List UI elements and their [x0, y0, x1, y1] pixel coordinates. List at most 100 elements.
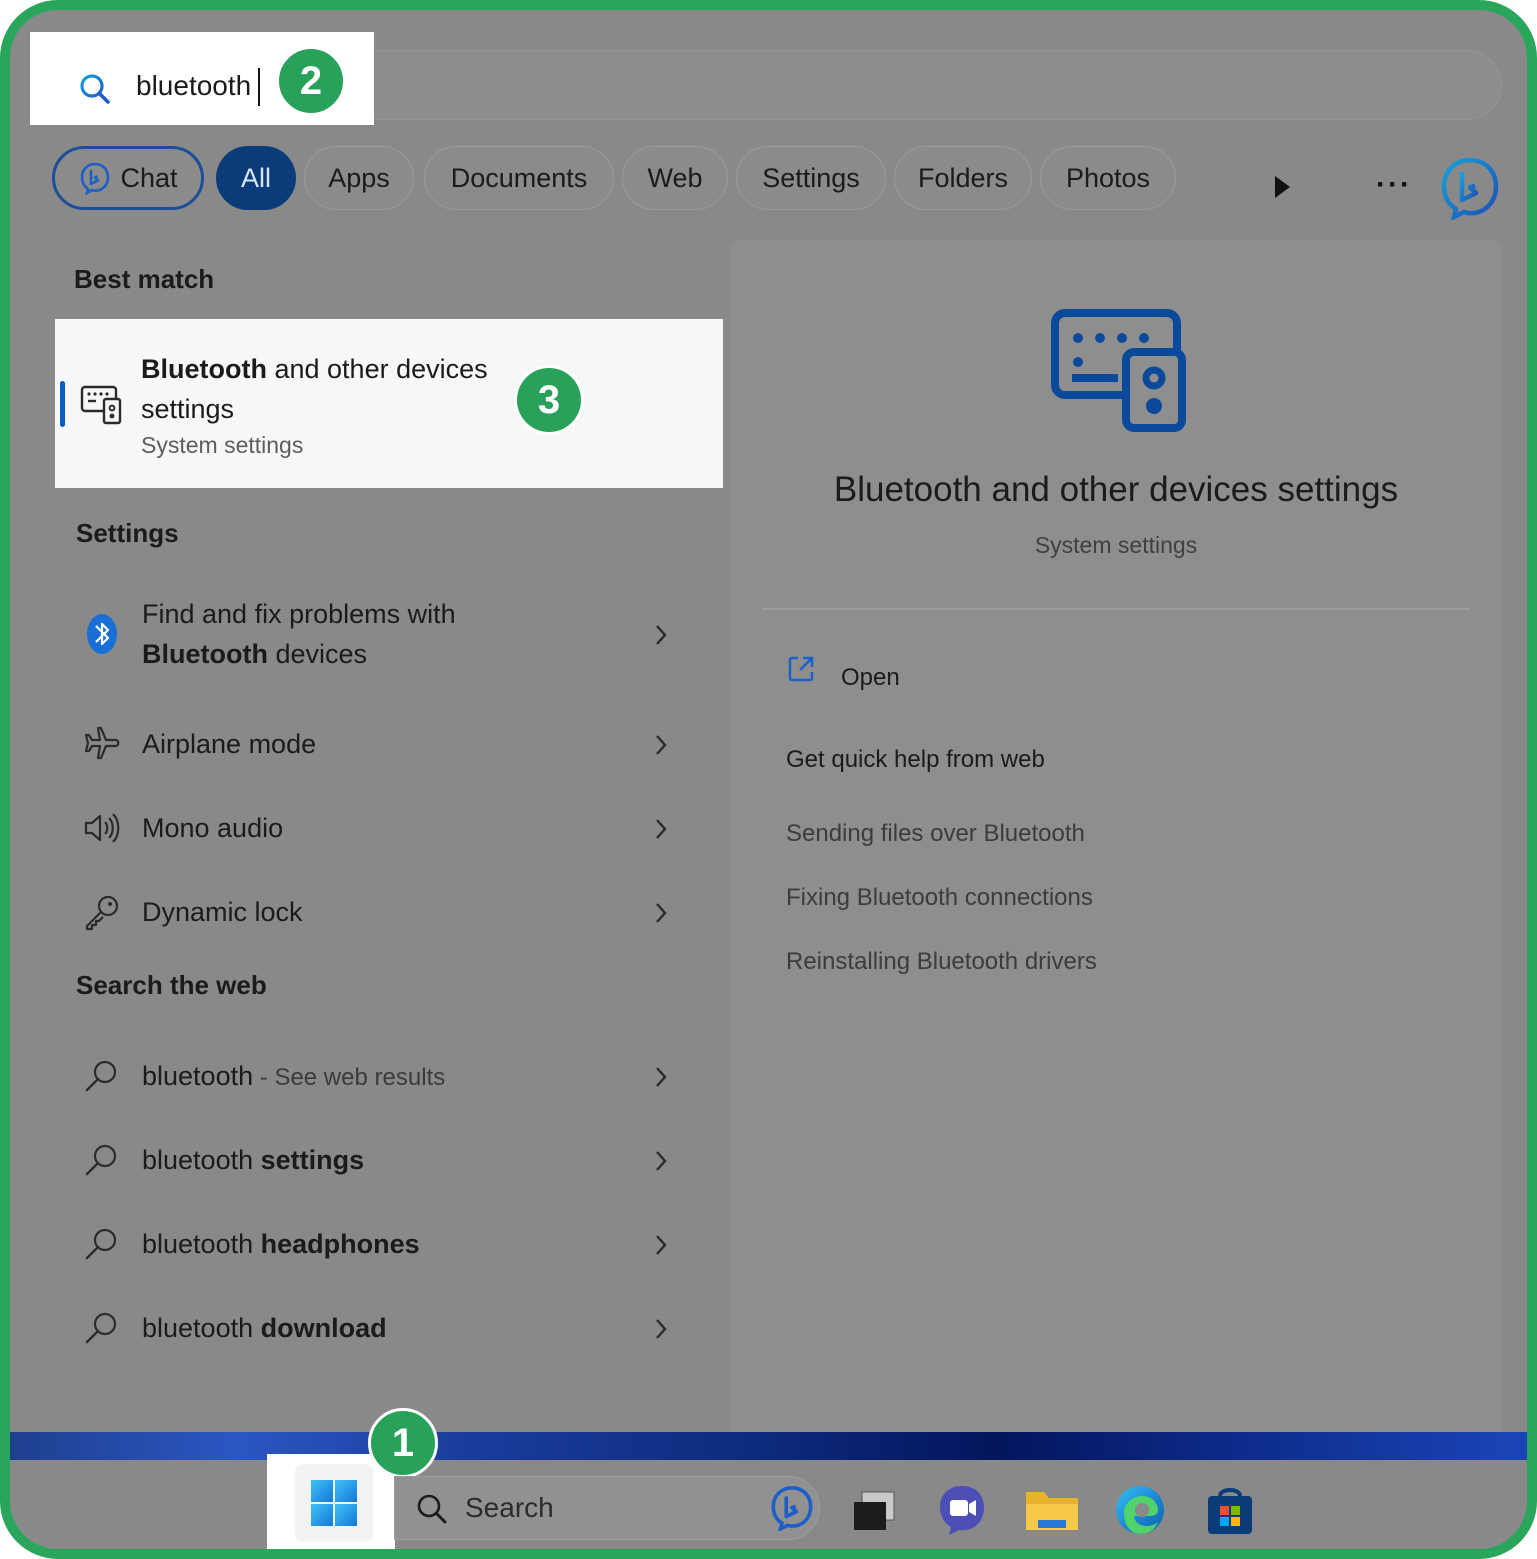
chip-web-label: Web	[647, 162, 703, 193]
scroll-right-icon[interactable]	[1272, 174, 1292, 200]
web-result-item[interactable]: bluetooth headphones	[76, 1214, 696, 1274]
chip-settings[interactable]: Settings	[736, 146, 886, 210]
windows-logo-icon	[311, 1480, 357, 1526]
best-match-title: Bluetooth and other devices settings	[141, 349, 521, 429]
chip-folders-label: Folders	[917, 162, 1009, 193]
chip-chat-label: Chat	[120, 162, 178, 193]
more-options-button[interactable]: ···	[1376, 168, 1412, 202]
chip-all-label: All	[240, 162, 271, 193]
chip-web[interactable]: Web	[622, 146, 728, 210]
best-match-title-bold: Bluetooth	[141, 354, 267, 384]
chip-all[interactable]: All	[216, 146, 296, 210]
step-badge-3: 3	[514, 365, 584, 435]
chevron-right-icon	[656, 1319, 667, 1339]
web-result-label: bluetooth - See web results	[142, 1056, 445, 1098]
label-part: bluetooth	[142, 1313, 261, 1343]
settings-item-label: Airplane mode	[142, 729, 317, 759]
task-view-icon[interactable]	[846, 1480, 906, 1540]
chip-photos[interactable]: Photos	[1040, 146, 1176, 210]
airplane-icon	[84, 726, 120, 760]
label-suffix: - See web results	[253, 1064, 446, 1091]
label-bold: settings	[260, 1145, 365, 1175]
settings-heading: Settings	[76, 518, 179, 548]
chevron-right-icon	[656, 625, 667, 645]
step-badge-2: 2	[276, 46, 346, 116]
chevron-right-icon	[656, 1235, 667, 1255]
taskbar-search-label: Search	[465, 1492, 554, 1523]
web-result-label: bluetooth settings	[142, 1140, 364, 1180]
settings-item-label: Dynamic lock	[142, 897, 303, 927]
settings-item-dynamic-lock[interactable]: Dynamic lock	[76, 882, 696, 942]
quick-help-heading: Get quick help from web	[786, 746, 1045, 773]
web-result-label: bluetooth download	[142, 1308, 387, 1348]
divider	[762, 608, 1470, 610]
web-search-icon	[85, 1060, 117, 1092]
search-icon	[417, 1494, 447, 1524]
teams-chat-icon[interactable]	[932, 1480, 992, 1540]
label-bold: download	[260, 1313, 387, 1343]
speaker-icon	[84, 813, 120, 843]
label-part: bluetooth	[142, 1145, 261, 1175]
open-action[interactable]: Open	[786, 654, 900, 691]
chip-folders[interactable]: Folders	[894, 146, 1032, 210]
taskbar-search-box[interactable]: Search	[394, 1476, 820, 1540]
microsoft-store-icon[interactable]	[1200, 1480, 1260, 1540]
chevron-right-icon	[656, 819, 667, 839]
label-bold: headphones	[260, 1229, 420, 1259]
help-link[interactable]: Fixing Bluetooth connections	[786, 884, 1093, 912]
desktop-wallpaper-strip	[10, 1432, 1527, 1462]
preview-title: Bluetooth and other devices settings	[833, 470, 1399, 509]
web-result-item[interactable]: bluetooth - See web results	[76, 1046, 696, 1106]
chip-apps[interactable]: Apps	[304, 146, 414, 210]
chip-chat[interactable]: Chat	[52, 146, 204, 210]
web-search-icon	[85, 1228, 117, 1260]
text-caret	[258, 68, 260, 106]
start-button[interactable]	[295, 1464, 373, 1542]
label-bold: Bluetooth	[142, 639, 268, 669]
file-explorer-icon[interactable]	[1022, 1480, 1082, 1540]
step-badge-1: 1	[368, 1408, 438, 1478]
chevron-right-icon	[656, 735, 667, 755]
label-part: bluetooth	[142, 1229, 261, 1259]
web-search-icon	[85, 1144, 117, 1176]
web-result-item[interactable]: bluetooth settings	[76, 1130, 696, 1190]
bing-chat-icon	[81, 162, 110, 195]
devices-settings-icon	[80, 381, 124, 430]
label-part: Find and fix problems with	[142, 599, 456, 629]
bing-icon[interactable]	[1438, 156, 1502, 220]
best-match-result[interactable]: Bluetooth and other devices settings Sys…	[55, 319, 723, 488]
devices-settings-icon	[1051, 309, 1186, 432]
help-link[interactable]: Reinstalling Bluetooth drivers	[786, 948, 1097, 976]
chevron-right-icon	[656, 903, 667, 923]
web-result-label: bluetooth headphones	[142, 1224, 420, 1264]
web-search-icon	[85, 1312, 117, 1344]
edge-browser-icon[interactable]	[1110, 1480, 1170, 1540]
web-result-item[interactable]: bluetooth download	[76, 1298, 696, 1358]
settings-item-mono-audio[interactable]: Mono audio	[76, 798, 696, 858]
search-input[interactable]	[136, 66, 276, 106]
settings-item-bluetooth-troubleshoot[interactable]: Find and fix problems with Bluetooth dev…	[76, 594, 696, 674]
screenshot-frame: 2 Chat All Apps Documents Web Settings F…	[0, 0, 1537, 1559]
settings-item-label: Find and fix problems with Bluetooth dev…	[142, 594, 456, 674]
best-match-heading: Best match	[74, 264, 215, 294]
chip-apps-label: Apps	[328, 162, 390, 193]
best-match-subtitle: System settings	[141, 432, 304, 458]
bing-icon[interactable]	[769, 1485, 815, 1531]
settings-item-airplane-mode[interactable]: Airplane mode	[76, 714, 696, 774]
selection-indicator	[60, 381, 65, 427]
bluetooth-icon	[87, 614, 117, 654]
open-external-icon	[788, 656, 814, 682]
open-label: Open	[841, 664, 900, 691]
settings-item-label: Mono audio	[142, 813, 284, 843]
chevron-right-icon	[656, 1067, 667, 1087]
chevron-right-icon	[656, 1151, 667, 1171]
search-icon	[78, 72, 112, 111]
preview-subtitle: System settings	[1034, 532, 1198, 558]
help-link[interactable]: Sending files over Bluetooth	[786, 820, 1085, 848]
chip-photos-label: Photos	[1065, 162, 1151, 193]
chip-documents[interactable]: Documents	[424, 146, 614, 210]
label-part: bluetooth	[142, 1061, 254, 1091]
key-icon	[85, 895, 119, 931]
search-web-heading: Search the web	[76, 970, 267, 1000]
label-part: devices	[267, 639, 368, 669]
